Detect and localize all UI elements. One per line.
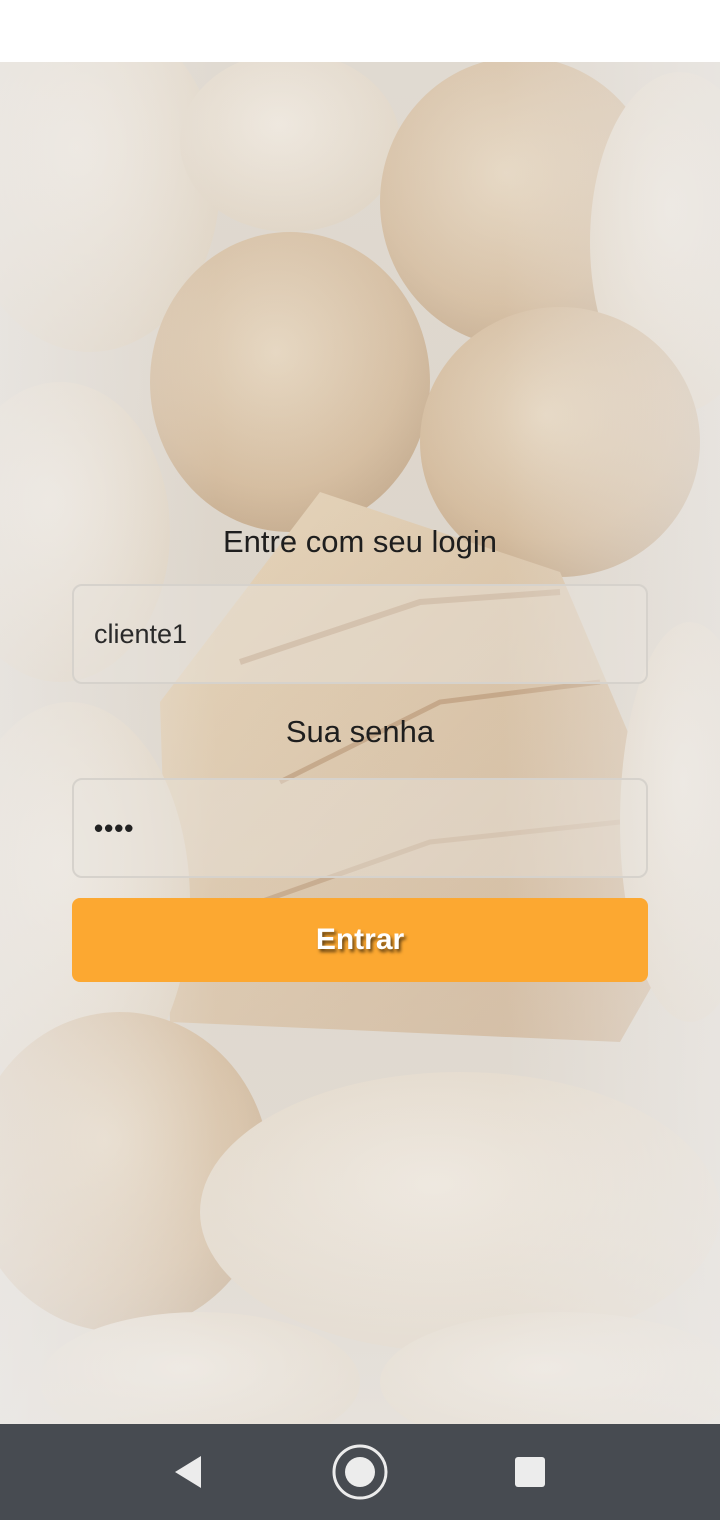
login-field[interactable] bbox=[72, 584, 648, 684]
login-label: Entre com seu login bbox=[223, 524, 497, 559]
recents-button[interactable] bbox=[470, 1424, 590, 1520]
login-input[interactable] bbox=[94, 618, 626, 650]
status-bar bbox=[0, 0, 720, 62]
password-field[interactable]: •••• bbox=[72, 778, 648, 878]
navigation-bar bbox=[0, 1424, 720, 1520]
login-button[interactable]: Entrar bbox=[72, 898, 648, 982]
back-icon bbox=[175, 1456, 201, 1488]
password-value[interactable]: •••• bbox=[94, 813, 134, 844]
home-button[interactable] bbox=[300, 1424, 420, 1520]
login-form: Entre com seu login Sua senha •••• Entra… bbox=[72, 510, 648, 982]
login-screen: Entre com seu login Sua senha •••• Entra… bbox=[0, 0, 720, 1520]
password-label: Sua senha bbox=[285, 714, 435, 749]
back-button[interactable] bbox=[128, 1424, 248, 1520]
recents-icon bbox=[515, 1457, 545, 1487]
home-icon bbox=[332, 1444, 388, 1500]
